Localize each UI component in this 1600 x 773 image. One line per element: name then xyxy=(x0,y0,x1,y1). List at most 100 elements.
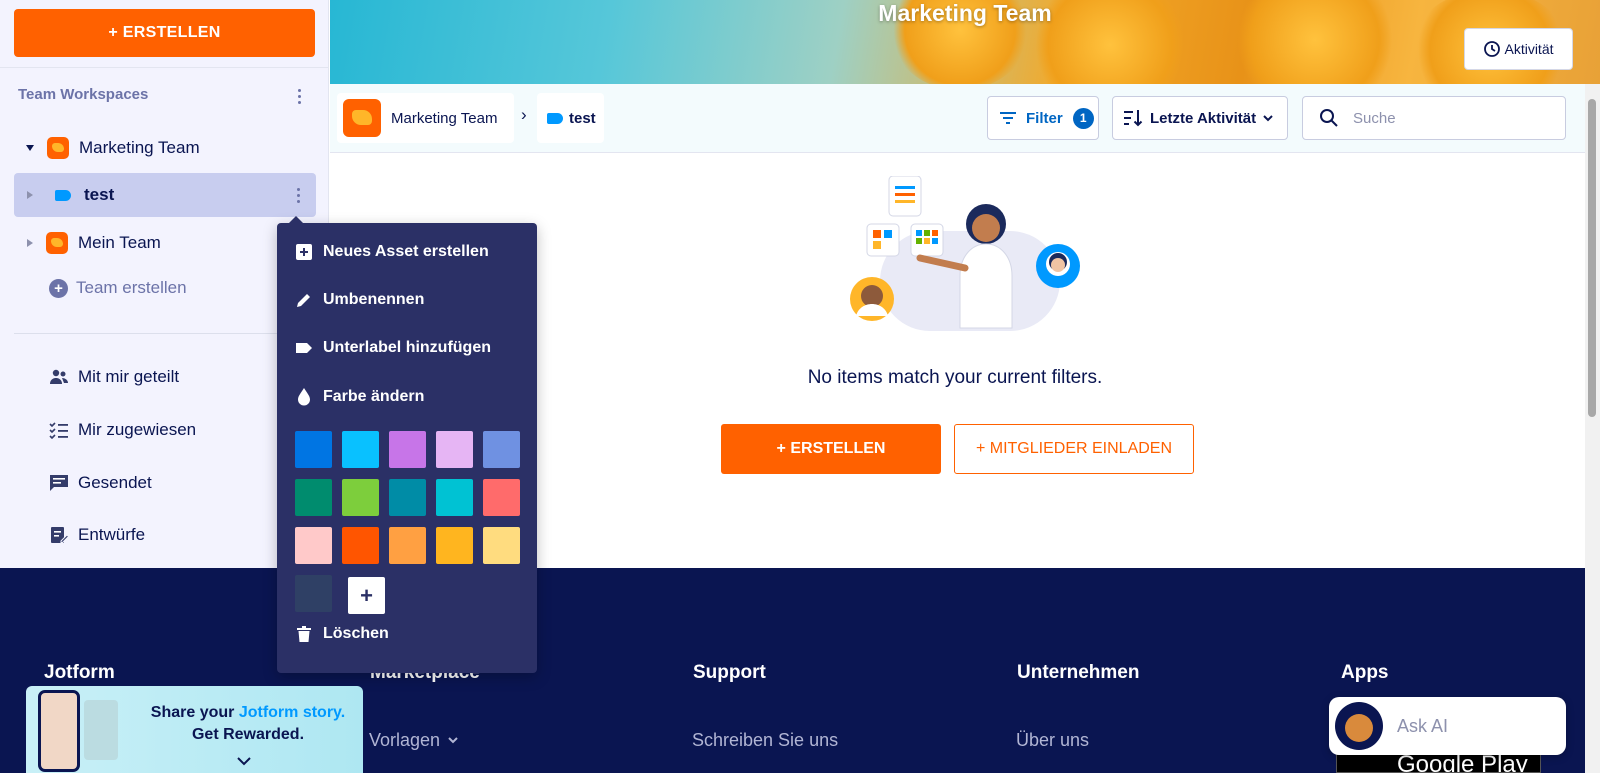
tree-item-mein-team[interactable]: Mein Team xyxy=(14,221,316,265)
tree-item-test[interactable]: test xyxy=(14,173,316,217)
color-swatch[interactable] xyxy=(295,431,332,468)
divider xyxy=(14,333,316,334)
tree-item-marketing-team[interactable]: Marketing Team xyxy=(14,126,316,170)
sort-icon xyxy=(1124,110,1143,127)
label-icon xyxy=(55,189,71,201)
workspaces-title: Team Workspaces xyxy=(18,86,149,103)
phone-illustration xyxy=(38,690,80,772)
nav-sent[interactable]: Gesendet xyxy=(49,473,152,493)
promo-line1: Share your xyxy=(150,704,235,721)
ai-agent-avatar xyxy=(1335,702,1383,750)
caret-right-icon[interactable] xyxy=(27,239,33,247)
nav-shared-with-me[interactable]: Mit mir geteilt xyxy=(49,367,179,387)
ask-ai-label: Ask AI xyxy=(1397,715,1449,736)
color-swatch[interactable] xyxy=(295,527,332,564)
breadcrumb-team[interactable]: Marketing Team xyxy=(337,93,514,143)
tree-item-label: Mein Team xyxy=(78,233,161,252)
color-swatch[interactable] xyxy=(436,527,473,564)
create-button[interactable]: + ERSTELLEN xyxy=(14,9,315,57)
label-icon xyxy=(547,112,563,124)
color-swatch[interactable] xyxy=(483,431,520,468)
activity-label: Aktivität xyxy=(1504,41,1554,57)
draft-icon xyxy=(51,527,69,543)
caret-down-icon[interactable] xyxy=(26,145,34,151)
promo-banner[interactable]: Share your Jotform story. Get Rewarded. xyxy=(26,686,363,773)
footer-link-contact[interactable]: Schreiben Sie uns xyxy=(692,730,838,751)
tree-item-label: Marketing Team xyxy=(79,138,200,157)
sort-label: Letzte Aktivität xyxy=(1150,109,1257,127)
nav-assigned-to-me[interactable]: Mir zugewiesen xyxy=(49,420,196,440)
ask-ai-widget[interactable]: Ask AI xyxy=(1329,697,1566,755)
color-swatch[interactable] xyxy=(389,479,426,516)
nav-label: Gesendet xyxy=(78,473,152,492)
filter-button[interactable]: Filter 1 xyxy=(987,96,1099,140)
color-swatch[interactable] xyxy=(389,431,426,468)
trash-icon xyxy=(295,625,313,643)
history-icon xyxy=(1484,41,1501,57)
menu-item-rename[interactable]: Umbenennen xyxy=(295,287,424,313)
color-swatch[interactable] xyxy=(436,431,473,468)
menu-item-delete[interactable]: Löschen xyxy=(295,621,389,647)
color-swatch[interactable] xyxy=(342,431,379,468)
search-box[interactable] xyxy=(1302,96,1566,140)
breadcrumb-label[interactable]: test xyxy=(537,93,604,143)
pencil-icon xyxy=(295,291,313,309)
footer-heading-apps: Apps xyxy=(1341,662,1389,683)
caret-right-icon[interactable] xyxy=(27,191,33,199)
nav-drafts[interactable]: Entwürfe xyxy=(49,525,145,545)
activity-button[interactable]: Aktivität xyxy=(1464,28,1573,70)
scrollbar-thumb[interactable] xyxy=(1588,99,1596,417)
drop-icon xyxy=(295,388,313,406)
test-more-icon[interactable] xyxy=(288,184,308,206)
footer-heading-jotform: Jotform xyxy=(44,662,115,683)
create-team-link[interactable]: + Team erstellen xyxy=(49,278,187,298)
sort-dropdown[interactable]: Letzte Aktivität xyxy=(1112,96,1288,140)
breadcrumb-label-text: test xyxy=(569,109,596,127)
create-button-main[interactable]: + ERSTELLEN xyxy=(721,424,941,474)
color-swatch[interactable] xyxy=(389,527,426,564)
menu-item-add-sublabel[interactable]: Unterlabel hinzufügen xyxy=(295,335,491,361)
menu-item-label: Neues Asset erstellen xyxy=(323,243,489,260)
team-title: Marketing Team xyxy=(878,0,1052,26)
label-context-menu: Neues Asset erstellen Umbenennen Unterla… xyxy=(277,216,537,673)
chevron-down-icon xyxy=(448,737,458,744)
message-icon xyxy=(50,475,68,491)
menu-item-label: Unterlabel hinzufügen xyxy=(323,339,491,356)
footer-link-about[interactable]: Über uns xyxy=(1016,730,1089,751)
invite-members-button[interactable]: + MITGLIEDER EINLADEN xyxy=(954,424,1194,474)
promo-text: Share your Jotform story. Get Rewarded. xyxy=(143,702,353,746)
team-cover-banner: Marketing Team xyxy=(330,0,1600,84)
filter-icon xyxy=(1000,112,1016,124)
menu-item-label: Farbe ändern xyxy=(323,388,425,405)
breadcrumb-separator-icon: › xyxy=(521,105,527,124)
chevron-down-icon xyxy=(1263,114,1273,121)
color-swatch[interactable] xyxy=(295,479,332,516)
promo-photo xyxy=(84,700,118,760)
divider xyxy=(0,67,329,68)
filter-label: Filter xyxy=(1026,109,1063,127)
search-input[interactable] xyxy=(1353,109,1543,127)
people-icon xyxy=(50,369,68,384)
add-square-icon xyxy=(295,243,313,261)
workspaces-more-icon[interactable] xyxy=(289,85,309,107)
menu-item-change-color[interactable]: Farbe ändern xyxy=(295,384,424,410)
label-icon xyxy=(295,339,313,357)
nav-label: Mit mir geteilt xyxy=(78,367,180,386)
color-swatch[interactable] xyxy=(436,479,473,516)
menu-item-new-asset[interactable]: Neues Asset erstellen xyxy=(295,239,489,265)
color-swatch[interactable] xyxy=(342,479,379,516)
team-avatar-icon xyxy=(47,137,69,159)
color-swatch[interactable] xyxy=(483,479,520,516)
tree-item-label: test xyxy=(84,185,115,204)
nav-label: Entwürfe xyxy=(78,525,146,544)
color-swatch[interactable] xyxy=(295,575,332,612)
checklist-icon xyxy=(49,422,68,439)
chevron-down-icon[interactable] xyxy=(236,756,252,766)
breadcrumb-team-label: Marketing Team xyxy=(391,109,498,127)
plus-circle-icon: + xyxy=(49,278,68,298)
color-swatch[interactable] xyxy=(483,527,520,564)
add-color-button[interactable]: + xyxy=(348,577,385,614)
color-swatch[interactable] xyxy=(342,527,379,564)
footer-link-templates[interactable]: Vorlagen xyxy=(369,730,458,751)
footer-link-label: Vorlagen xyxy=(369,730,441,750)
